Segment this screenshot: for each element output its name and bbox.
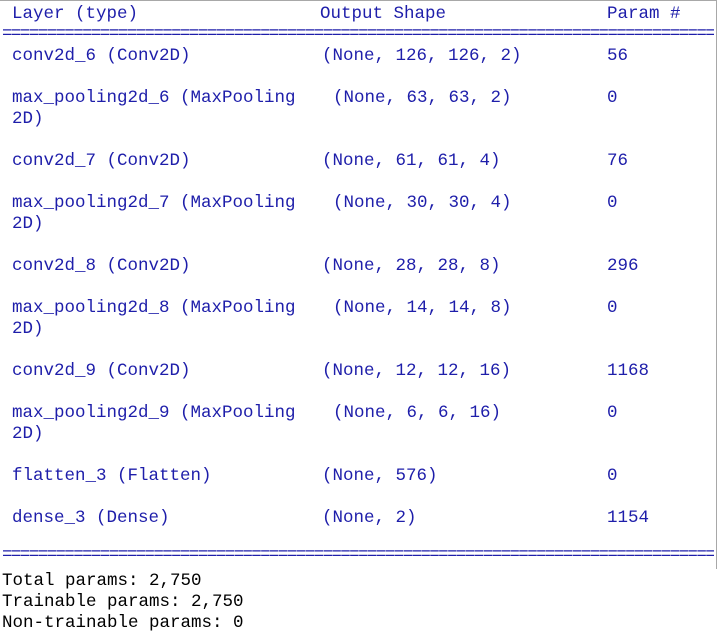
layer-name: max_pooling2d_9 (MaxPooling 2D) [12, 403, 296, 444]
output-shape: (None, 30, 30, 4) [333, 193, 512, 213]
output-shape: (None, 12, 12, 16) [322, 361, 512, 381]
layer-name: conv2d_7 (Conv2D) [12, 151, 191, 171]
layer-name: conv2d_9 (Conv2D) [12, 361, 191, 381]
param-count: 1154 [607, 508, 650, 528]
layer-name: conv2d_6 (Conv2D) [12, 46, 191, 66]
layer-name: max_pooling2d_7 (MaxPooling 2D) [12, 193, 296, 234]
param-count: 0 [607, 403, 618, 423]
total-params: Total params: 2,750 [2, 571, 202, 591]
output-shape: (None, 28, 28, 8) [322, 256, 501, 276]
param-count: 0 [607, 298, 618, 318]
non-trainable-params: Non-trainable params: 0 [2, 613, 244, 633]
output-shape: (None, 61, 61, 4) [322, 151, 501, 171]
header-layer-type: Layer (type) [12, 4, 139, 24]
layer-name: conv2d_8 (Conv2D) [12, 256, 191, 276]
param-count: 1168 [607, 361, 650, 381]
output-shape: (None, 2) [322, 508, 417, 528]
param-count: 0 [607, 466, 618, 486]
output-shape: (None, 576) [322, 466, 438, 486]
param-count: 296 [607, 256, 639, 276]
header-rule: ========================================… [2, 28, 714, 44]
trainable-params: Trainable params: 2,750 [2, 592, 244, 612]
param-count: 76 [607, 151, 629, 171]
param-count: 0 [607, 193, 618, 213]
param-count: 0 [607, 88, 618, 108]
footer-rule: ========================================… [2, 549, 714, 565]
layer-name: flatten_3 (Flatten) [12, 466, 212, 486]
layer-name: max_pooling2d_8 (MaxPooling 2D) [12, 298, 296, 339]
layer-name: dense_3 (Dense) [12, 508, 170, 528]
header-output-shape: Output Shape [320, 4, 447, 24]
output-shape: (None, 14, 14, 8) [333, 298, 512, 318]
output-shape: (None, 126, 126, 2) [322, 46, 522, 66]
header-param-count: Param # [607, 4, 681, 24]
param-count: 56 [607, 46, 629, 66]
layer-name: max_pooling2d_6 (MaxPooling 2D) [12, 88, 296, 129]
output-shape: (None, 6, 6, 16) [333, 403, 502, 423]
output-shape: (None, 63, 63, 2) [333, 88, 512, 108]
